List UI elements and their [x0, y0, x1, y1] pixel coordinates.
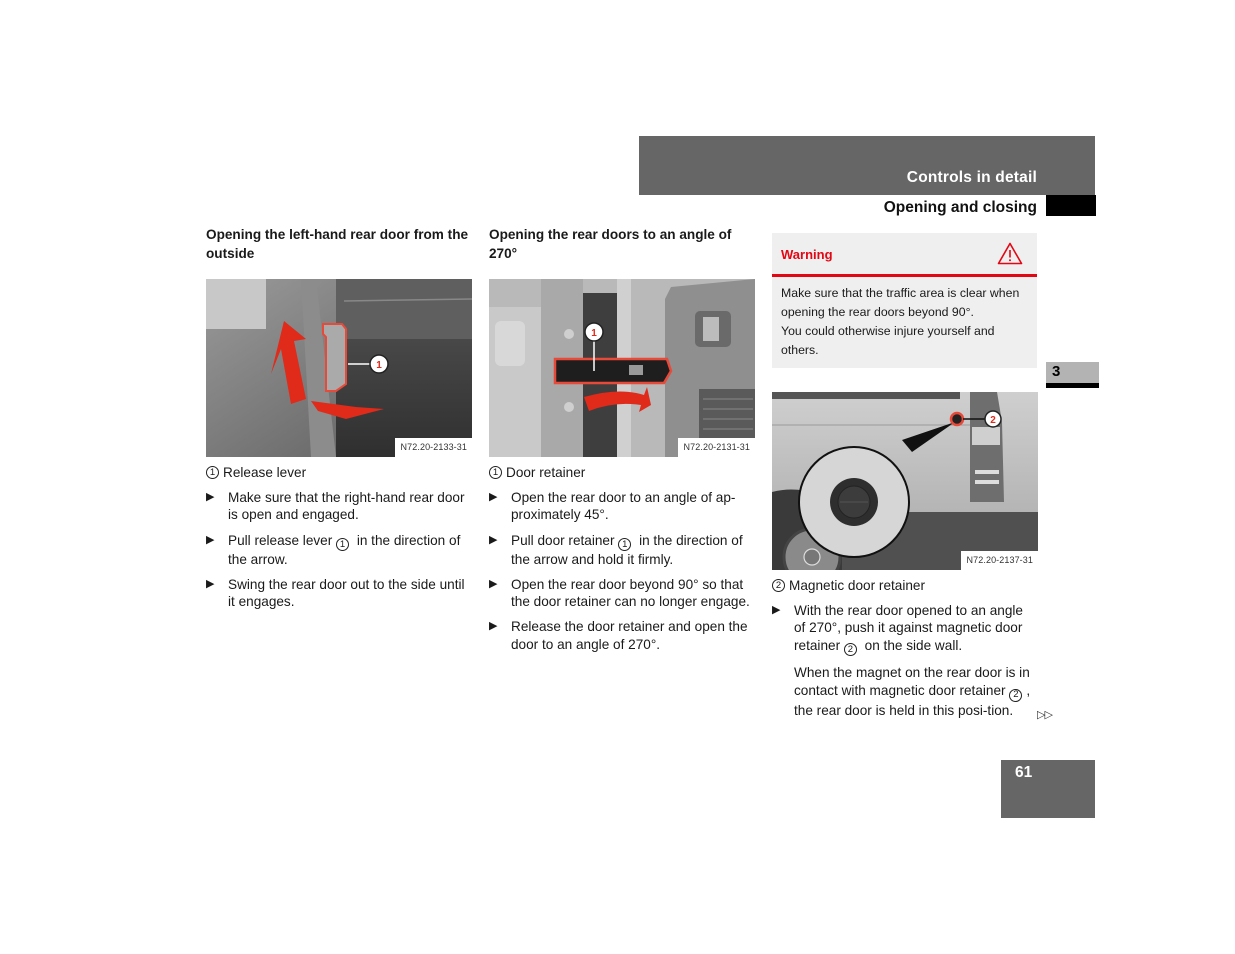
section-heading: Opening the left-hand rear door from the…	[206, 227, 469, 261]
section-title: Opening and closing	[883, 199, 1037, 216]
bullet-arrow-icon: ▶	[489, 620, 498, 633]
chapter-title: Controls in detail	[906, 169, 1037, 186]
column-left-door: Opening the left-hand rear door from the…	[206, 225, 472, 610]
callout-number: 1	[489, 466, 502, 480]
note-text-part: When the magnet on the rear door is in c…	[794, 664, 1030, 699]
instruction-step: ▶ With the rear door opened to an angle …	[772, 602, 1038, 656]
callout-number: 1	[618, 537, 632, 551]
svg-text:1: 1	[376, 360, 382, 371]
callout-number: 2	[843, 642, 857, 656]
note-paragraph: When the magnet on the rear door is in c…	[794, 664, 1038, 720]
bullet-arrow-icon: ▶	[206, 578, 215, 591]
callout-number: 1	[336, 537, 350, 551]
warning-header: Warning	[772, 233, 1037, 277]
step-text: Open the rear door to an angle of ap-pro…	[511, 490, 736, 523]
legend-label: Door retainer	[506, 465, 586, 480]
section-heading: Opening the rear doors to an angle of 27…	[489, 227, 732, 261]
legend-item: 1 Door retainer	[489, 464, 755, 481]
legend-item: 2 Magnetic door retainer	[772, 577, 1038, 594]
step-text: With the rear door opened to an angle of…	[794, 602, 1038, 656]
release-lever-illustration: 1	[206, 279, 472, 457]
page-number-box: 61	[1001, 760, 1095, 818]
continue-marker-icon: ▷▷	[1037, 709, 1053, 721]
instruction-step: ▶ Open the rear door to an angle of ap-p…	[489, 489, 755, 523]
warning-box: Warning Make sure that the traffic area …	[772, 233, 1037, 368]
figure-door-retainer: 1 N72.20-2131-31	[489, 279, 755, 457]
figure-code: N72.20-2137-31	[960, 550, 1038, 570]
column-270-degrees: Opening the rear doors to an angle of 27…	[489, 225, 755, 653]
figure-code: N72.20-2133-31	[394, 437, 472, 457]
bullet-arrow-icon: ▶	[772, 604, 781, 617]
legend-label: Release lever	[223, 465, 307, 480]
callout-number: 2	[1009, 688, 1023, 702]
instruction-step: ▶ Pull door retainer 1 in the direction …	[489, 532, 755, 568]
legend-label: Magnetic door retainer	[789, 578, 926, 593]
section-marker	[1046, 195, 1096, 216]
door-retainer-illustration: 1	[489, 279, 755, 457]
chapter-tab[interactable]: 3	[1046, 362, 1099, 388]
step-text: Open the rear door beyond 90° so that th…	[511, 577, 750, 610]
bullet-arrow-icon: ▶	[489, 533, 498, 546]
instruction-step: ▶ Pull release lever 1 in the direction …	[206, 532, 472, 568]
figure-release-lever: 1 N72.20-2133-31	[206, 279, 472, 457]
step-text-part: Pull door retainer	[511, 532, 619, 548]
step-text-part: Pull release lever	[228, 532, 337, 548]
step-text: Pull release lever 1 in the direction of…	[228, 532, 472, 568]
chapter-tab-number: 3	[1052, 363, 1061, 380]
legend-item: 1 Release lever	[206, 464, 472, 481]
instruction-step: ▶ Open the rear door beyond 90° so that …	[489, 576, 755, 610]
warning-triangle-icon	[997, 242, 1023, 265]
column-magnetic-retainer: Warning Make sure that the traffic area …	[772, 233, 1038, 720]
figure-magnetic-retainer: 2 N72.20-2137-31	[772, 392, 1038, 570]
step-text: Release the door retainer and open the d…	[511, 619, 748, 652]
bullet-arrow-icon: ▶	[489, 578, 498, 591]
warning-title: Warning	[781, 247, 833, 262]
callout-number: 2	[772, 579, 785, 593]
instruction-step: ▶ Release the door retainer and open the…	[489, 618, 755, 652]
warning-text: Make sure that the traffic area is clear…	[781, 286, 1020, 319]
step-text-part: on the side wall.	[860, 637, 963, 653]
svg-text:1: 1	[591, 328, 597, 339]
bullet-arrow-icon: ▶	[489, 491, 498, 504]
bullet-arrow-icon: ▶	[206, 533, 215, 546]
figure-code: N72.20-2131-31	[677, 437, 755, 457]
magnetic-retainer-illustration: 2	[772, 392, 1038, 570]
callout-number: 1	[206, 466, 219, 480]
header-band: Controls in detail	[639, 136, 1095, 195]
step-text: Make sure that the right-hand rear door …	[228, 490, 465, 523]
warning-text: You could otherwise injure yourself and …	[781, 324, 995, 357]
instruction-step: ▶ Make sure that the right-hand rear doo…	[206, 489, 472, 523]
step-text: Pull door retainer 1 in the direction of…	[511, 532, 755, 568]
step-text: Swing the rear door out to the side unti…	[228, 577, 465, 610]
svg-text:2: 2	[990, 415, 996, 426]
page-number: 61	[1015, 764, 1033, 781]
instruction-step: ▶ Swing the rear door out to the side un…	[206, 576, 472, 610]
warning-body: Make sure that the traffic area is clear…	[772, 277, 1037, 368]
bullet-arrow-icon: ▶	[206, 491, 215, 504]
